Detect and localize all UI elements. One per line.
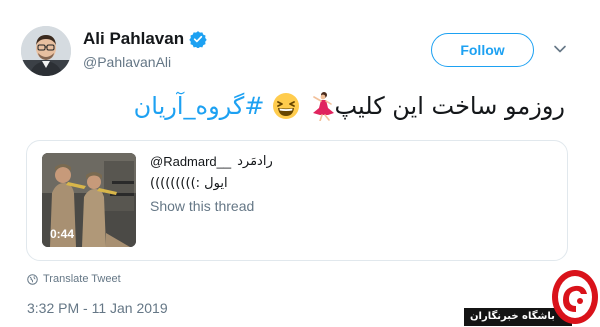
show-thread-link[interactable]: Show this thread: [150, 198, 254, 214]
watermark: باشگاه خبرنگاران: [464, 268, 600, 327]
follow-button[interactable]: Follow: [431, 33, 534, 67]
chevron-down-icon[interactable]: [553, 42, 567, 56]
tweet-timestamp[interactable]: 3:32 PM - 11 Jan 2019: [27, 300, 168, 316]
quoted-author-name: رادمَرد: [237, 154, 273, 169]
quoted-author-row: @Radmard__ رادمَرد: [150, 154, 273, 169]
watermark-text: باشگاه خبرنگاران: [470, 311, 555, 322]
watermark-logo-icon: [552, 270, 598, 324]
tweet-text: روزمو ساخت این کلیپ #گروه_آریان: [125, 89, 565, 123]
globe-icon: [27, 273, 38, 285]
verified-badge-icon: [189, 31, 207, 48]
author-name-row[interactable]: Ali Pahlavan: [83, 29, 207, 49]
video-duration: 0:44: [50, 227, 75, 241]
quoted-author-handle: @Radmard__: [150, 154, 232, 169]
author-handle[interactable]: @PahlavanAli: [83, 54, 171, 70]
grinning-squinting-face-emoji-icon: [272, 92, 300, 120]
tweet-body-text: روزمو ساخت این کلیپ: [334, 92, 565, 120]
dancer-emoji-icon: [308, 91, 335, 121]
quoted-tweet-text: ایول :))))))))): [150, 176, 228, 191]
avatar-image: [21, 26, 71, 76]
translate-tweet-link[interactable]: Translate Tweet: [27, 273, 121, 285]
author-avatar[interactable]: [21, 26, 71, 76]
translate-tweet-label[interactable]: Translate Tweet: [43, 273, 121, 285]
hashtag-link[interactable]: #گروه_آریان: [134, 89, 265, 123]
quoted-tweet-card[interactable]: 0:44 @Radmard__ رادمَرد ایول :))))))))) …: [26, 140, 568, 261]
video-thumbnail[interactable]: 0:44: [42, 153, 136, 247]
author-display-name[interactable]: Ali Pahlavan: [83, 29, 184, 49]
